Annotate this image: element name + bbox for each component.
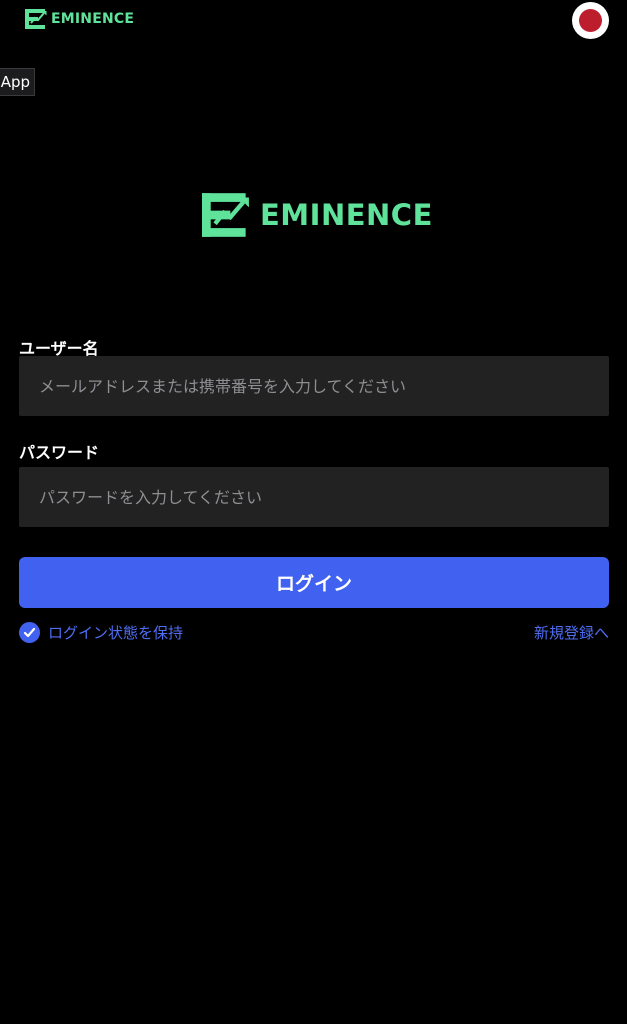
- password-input[interactable]: [19, 467, 609, 527]
- japan-flag-icon: [579, 9, 602, 32]
- eminence-logo-icon: [25, 9, 47, 29]
- header-logo-text: EMINENCE: [51, 11, 135, 27]
- eminence-logo-icon: [202, 193, 249, 237]
- checkmark-icon: [19, 622, 40, 643]
- app-badge[interactable]: App: [0, 68, 35, 96]
- password-label: パスワード: [19, 443, 100, 462]
- login-button[interactable]: ログイン: [19, 557, 609, 608]
- brand-logo-text: EMINENCE: [260, 198, 433, 232]
- username-input[interactable]: [19, 356, 609, 416]
- language-selector-button[interactable]: [572, 2, 609, 39]
- header-logo: EMINENCE: [25, 9, 134, 29]
- remember-me-checkbox[interactable]: ログイン状態を保持: [19, 622, 183, 643]
- app-badge-label: App: [0, 73, 30, 91]
- remember-me-label: ログイン状態を保持: [48, 624, 184, 642]
- register-link[interactable]: 新規登録へ: [534, 622, 609, 643]
- brand-logo: EMINENCE: [202, 190, 433, 240]
